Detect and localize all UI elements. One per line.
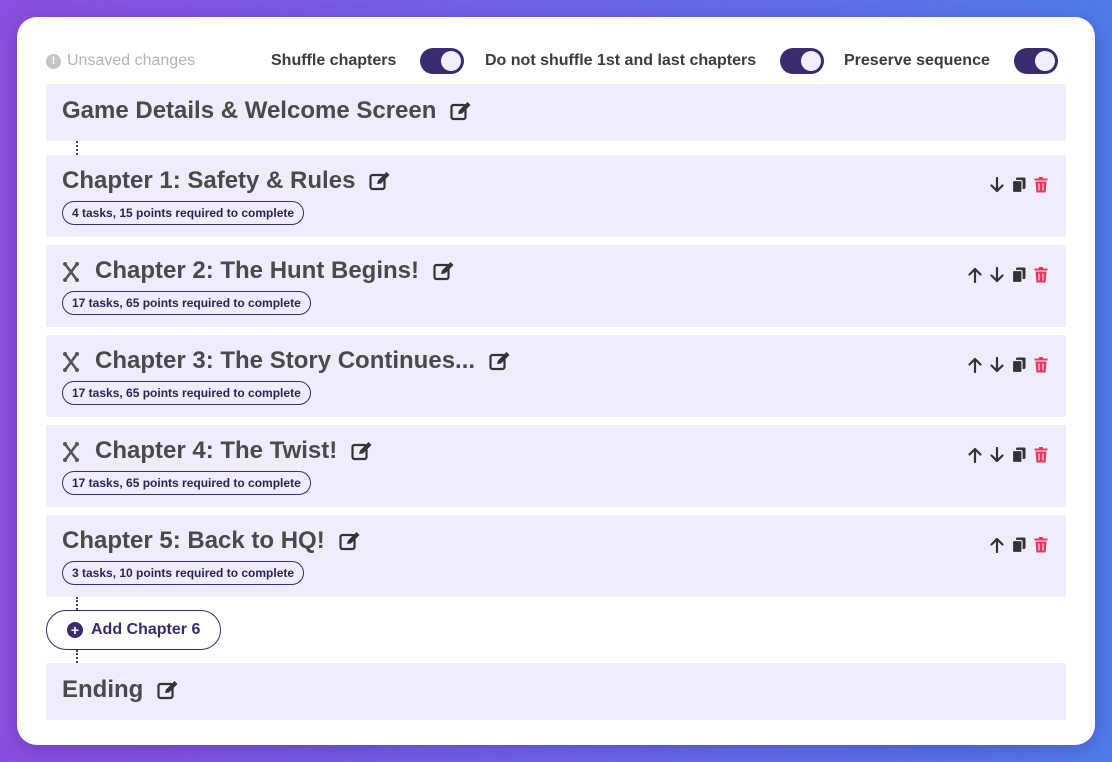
chapter-card-1[interactable]: Chapter 1: Safety & Rules 4 tasks, 15 po…: [46, 155, 1066, 237]
toggle-knob: [801, 51, 822, 71]
chapter-card-5[interactable]: Chapter 5: Back to HQ! 3 tasks, 10 point…: [46, 515, 1066, 597]
toggle-label: Shuffle chapters: [271, 52, 397, 69]
trash-icon[interactable]: [1030, 174, 1052, 196]
chapter-stats-badge: 17 tasks, 65 points required to complete: [62, 471, 311, 495]
chapter-actions: [964, 444, 1052, 466]
toggle-label: Do not shuffle 1st and last chapters: [485, 52, 757, 69]
toggle-preserve-sequence: Preserve sequence: [844, 48, 1058, 74]
copy-icon[interactable]: [1008, 534, 1030, 556]
chapter-card-3[interactable]: Chapter 3: The Story Continues... 17 tas…: [46, 335, 1066, 417]
chapter-title: Chapter 3: The Story Continues...: [95, 347, 476, 374]
section-title-row: Game Details & Welcome Screen: [62, 97, 472, 125]
arrow-up-icon[interactable]: [964, 444, 986, 466]
arrow-down-icon[interactable]: [986, 444, 1008, 466]
add-chapter-label: Add Chapter 6: [91, 621, 201, 638]
exclamation-circle-icon: !: [46, 53, 61, 69]
trash-icon[interactable]: [1030, 534, 1052, 556]
edit-icon[interactable]: [489, 351, 511, 371]
arrow-down-icon[interactable]: [986, 264, 1008, 286]
plus-circle-icon: +: [67, 622, 83, 638]
intro-title: Game Details & Welcome Screen: [62, 97, 437, 124]
chapter-title: Chapter 2: The Hunt Begins!: [95, 257, 420, 284]
section-title-row: Ending: [62, 676, 179, 704]
edit-icon[interactable]: [450, 101, 472, 121]
toggle-knob: [441, 51, 462, 71]
ending-title: Ending: [62, 676, 144, 703]
arrow-up-icon[interactable]: [964, 264, 986, 286]
shuffle-chapters-toggle[interactable]: [420, 48, 465, 74]
edit-icon[interactable]: [433, 261, 455, 281]
toggle-shuffle-chapters: Shuffle chapters: [271, 48, 465, 74]
chapter-card-2[interactable]: Chapter 2: The Hunt Begins! 17 tasks, 65…: [46, 245, 1066, 327]
section-title-row: Chapter 5: Back to HQ!: [62, 527, 361, 555]
ending-section[interactable]: Ending: [46, 663, 1066, 720]
unsaved-label: Unsaved changes: [67, 52, 196, 69]
drag-handle-icon[interactable]: [62, 441, 80, 468]
edit-icon[interactable]: [339, 531, 361, 551]
trash-icon[interactable]: [1030, 354, 1052, 376]
connector-line: [76, 597, 78, 610]
chapter-stats-badge: 4 tasks, 15 points required to complete: [62, 201, 305, 225]
arrow-up-icon[interactable]: [964, 354, 986, 376]
trash-icon[interactable]: [1030, 444, 1052, 466]
copy-icon[interactable]: [1008, 354, 1030, 376]
top-bar: ! Unsaved changes Shuffle chapters Do no…: [46, 47, 1066, 75]
section-title-row: Chapter 3: The Story Continues...: [95, 347, 511, 375]
chapter-actions: [964, 354, 1052, 376]
trash-icon[interactable]: [1030, 264, 1052, 286]
chapter-stats-badge: 3 tasks, 10 points required to complete: [62, 561, 305, 585]
copy-icon[interactable]: [1008, 264, 1030, 286]
intro-section[interactable]: Game Details & Welcome Screen: [46, 84, 1066, 141]
chapter-title: Chapter 1: Safety & Rules: [62, 167, 356, 194]
chapter-stats-badge: 17 tasks, 65 points required to complete: [62, 381, 311, 405]
arrow-up-icon[interactable]: [986, 534, 1008, 556]
toggle-keep-first-last: Do not shuffle 1st and last chapters: [485, 48, 825, 74]
add-chapter-button[interactable]: + Add Chapter 6: [46, 610, 221, 650]
arrow-down-icon[interactable]: [986, 354, 1008, 376]
drag-handle-icon[interactable]: [62, 351, 80, 378]
copy-icon[interactable]: [1008, 444, 1030, 466]
chapter-actions: [986, 174, 1052, 196]
copy-icon[interactable]: [1008, 174, 1030, 196]
keep-first-last-toggle[interactable]: [780, 48, 825, 74]
toggle-label: Preserve sequence: [844, 52, 990, 69]
edit-icon[interactable]: [369, 171, 391, 191]
connector-line: [76, 650, 78, 663]
section-title-row: Chapter 2: The Hunt Begins!: [95, 257, 455, 285]
edit-icon[interactable]: [351, 441, 373, 461]
chapter-card-4[interactable]: Chapter 4: The Twist! 17 tasks, 65 point…: [46, 425, 1066, 507]
chapter-actions: [964, 264, 1052, 286]
connector-line: [76, 141, 78, 155]
section-title-row: Chapter 4: The Twist!: [95, 437, 373, 465]
drag-handle-icon[interactable]: [62, 261, 80, 288]
section-title-row: Chapter 1: Safety & Rules: [62, 167, 391, 195]
chapter-stats-badge: 17 tasks, 65 points required to complete: [62, 291, 311, 315]
unsaved-status: ! Unsaved changes: [46, 52, 195, 70]
preserve-sequence-toggle[interactable]: [1013, 48, 1058, 74]
edit-icon[interactable]: [157, 680, 179, 700]
chapter-editor-card: ! Unsaved changes Shuffle chapters Do no…: [17, 17, 1095, 745]
toggle-knob: [1034, 51, 1055, 71]
chapter-title: Chapter 4: The Twist!: [95, 437, 338, 464]
chapter-title: Chapter 5: Back to HQ!: [62, 527, 325, 554]
arrow-down-icon[interactable]: [986, 174, 1008, 196]
chapter-actions: [986, 534, 1052, 556]
